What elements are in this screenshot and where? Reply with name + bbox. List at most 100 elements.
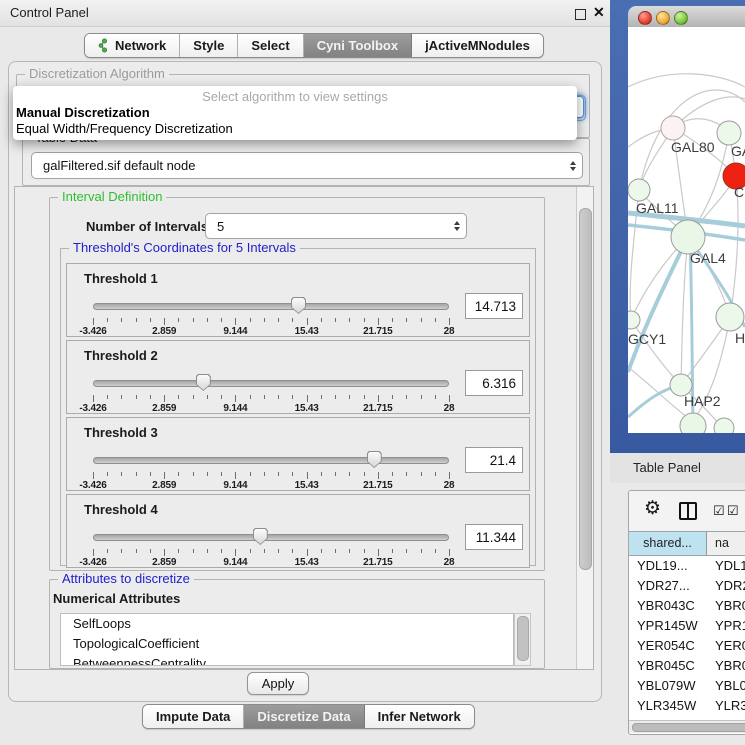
threshold-value-input[interactable] [465, 447, 523, 473]
table-cell: YDL1 [707, 556, 745, 576]
tick-label: 15.43 [285, 557, 329, 568]
tab-jactivemnodules[interactable]: jActiveMNodules [412, 34, 543, 57]
tick-mark [107, 318, 108, 322]
tick-mark [235, 318, 236, 325]
tick-mark [93, 472, 94, 479]
checkbox-icon[interactable]: ☑ [713, 503, 725, 519]
tick-label: 2.859 [142, 326, 186, 337]
tab-select[interactable]: Select [238, 34, 303, 57]
threshold-panel-1: Threshold 1-3.4262.8599.14415.4321.71528 [66, 263, 530, 337]
combobox-stepper-icon[interactable] [563, 153, 582, 178]
tab-discretize-data[interactable]: Discretize Data [244, 705, 364, 728]
apply-button[interactable]: Apply [247, 672, 309, 695]
tick-mark [292, 395, 293, 399]
table-row[interactable]: YBR045CYBR0 [629, 656, 745, 676]
combobox-stepper-icon[interactable] [447, 214, 466, 238]
vertical-scrollbar[interactable] [576, 187, 593, 669]
network-node-gal80[interactable] [661, 116, 685, 140]
tab-impute-data[interactable]: Impute Data [143, 705, 244, 728]
tick-mark [392, 318, 393, 322]
threshold-slider[interactable]: -3.4262.8599.14415.4321.71528 [93, 448, 449, 488]
threshold-slider[interactable]: -3.4262.8599.14415.4321.71528 [93, 525, 449, 565]
slider-track[interactable] [93, 380, 449, 387]
tick-mark [335, 549, 336, 553]
column-header-shared[interactable]: shared... [629, 531, 707, 556]
threshold-value-input[interactable] [465, 293, 523, 319]
minimize-traffic-light-icon[interactable] [656, 11, 670, 25]
table-data-combobox[interactable]: galFiltered.sif default node [31, 152, 583, 179]
control-panel: Control Panel ✕ NetworkStyleSelectCyni T… [0, 0, 612, 745]
table-row[interactable]: YDR27...YDR2 [629, 576, 745, 596]
tick-mark [307, 318, 308, 325]
network-node-gal11[interactable] [628, 179, 650, 201]
table-row[interactable]: YER054CYER0 [629, 636, 745, 656]
close-icon[interactable]: ✕ [593, 4, 605, 21]
network-window-titlebar[interactable] [628, 6, 745, 28]
horizontal-scrollbar[interactable] [629, 720, 745, 733]
algorithm-option-equal-width-frequency-discretization[interactable]: Equal Width/Frequency Discretization [13, 121, 577, 137]
network-node-h[interactable] [716, 303, 744, 331]
tab-style[interactable]: Style [180, 34, 238, 57]
table-row[interactable]: YLR345WYLR3 [629, 696, 745, 716]
table-row[interactable]: YPR145WYPR1 [629, 616, 745, 636]
close-traffic-light-icon[interactable] [638, 11, 652, 25]
table-header-row: shared...na [629, 531, 745, 556]
slider-track[interactable] [93, 534, 449, 541]
tick-mark [207, 395, 208, 399]
column-layout-icon[interactable] [679, 502, 697, 520]
tick-mark [164, 472, 165, 479]
tick-mark [121, 472, 122, 476]
slider-thumb[interactable] [196, 374, 211, 391]
network-node-gcy1[interactable] [628, 311, 640, 329]
network-node[interactable] [714, 418, 734, 433]
network-node[interactable] [680, 413, 706, 433]
tick-mark [292, 472, 293, 476]
tick-mark [193, 472, 194, 476]
slider-thumb[interactable] [367, 451, 382, 468]
network-graph: GAL80GACGAL11GAL4GCY1HHAP2 [628, 27, 745, 433]
list-scrollbar[interactable] [514, 613, 531, 666]
tab-cyni-toolbox[interactable]: Cyni Toolbox [304, 34, 412, 57]
tick-mark [321, 318, 322, 322]
tick-mark [278, 318, 279, 322]
slider-track[interactable] [93, 303, 449, 310]
table-data-section: Table Data galFiltered.sif default node [22, 138, 590, 186]
table-cell: YLR345W [629, 696, 707, 716]
network-node-ga[interactable] [717, 121, 741, 145]
scrollbar-thumb[interactable] [632, 723, 745, 732]
threshold-panel-2: Threshold 2-3.4262.8599.14415.4321.71528 [66, 340, 530, 414]
scrollbar-thumb[interactable] [579, 208, 592, 570]
threshold-slider[interactable]: -3.4262.8599.14415.4321.71528 [93, 371, 449, 411]
tab-label: Cyni Toolbox [317, 38, 398, 53]
network-canvas[interactable]: GAL80GACGAL11GAL4GCY1HHAP2 [628, 27, 745, 433]
table-row[interactable]: YBR043CYBR0 [629, 596, 745, 616]
scrollbar-thumb[interactable] [517, 616, 529, 661]
tab-network[interactable]: Network [85, 34, 180, 57]
slider-track[interactable] [93, 457, 449, 464]
gear-icon[interactable]: ⚙ [644, 499, 661, 519]
attribute-item-topologicalcoefficient[interactable]: TopologicalCoefficient [61, 634, 513, 654]
tick-label: -3.426 [71, 480, 115, 491]
tab-infer-network[interactable]: Infer Network [365, 705, 474, 728]
checkbox-icon[interactable]: ☑ [727, 503, 739, 519]
table-row[interactable]: YBL079WYBL0 [629, 676, 745, 696]
float-window-icon[interactable] [575, 9, 586, 20]
tick-mark [364, 395, 365, 399]
zoom-traffic-light-icon[interactable] [674, 11, 688, 25]
attribute-item-selfloops[interactable]: SelfLoops [61, 614, 513, 634]
table-row[interactable]: YDL19...YDL1 [629, 556, 745, 576]
attributes-list[interactable]: SelfLoopsTopologicalCoefficientBetweenne… [60, 613, 514, 666]
column-header-na[interactable]: na [707, 531, 745, 556]
threshold-value-input[interactable] [465, 524, 523, 550]
tick-mark [364, 472, 365, 476]
threshold-value-input[interactable] [465, 370, 523, 396]
slider-thumb[interactable] [253, 528, 268, 545]
tick-label: 15.43 [285, 326, 329, 337]
threshold-slider[interactable]: -3.4262.8599.14415.4321.71528 [93, 294, 449, 334]
slider-thumb[interactable] [291, 297, 306, 314]
algorithm-option-manual-discretization[interactable]: Manual Discretization [13, 105, 577, 121]
network-node-gal4[interactable] [671, 220, 705, 254]
tick-mark [449, 549, 450, 556]
attribute-item-betweennesscentrality[interactable]: BetweennessCentrality [61, 654, 513, 666]
number-of-intervals-combobox[interactable]: 5 [205, 213, 467, 239]
